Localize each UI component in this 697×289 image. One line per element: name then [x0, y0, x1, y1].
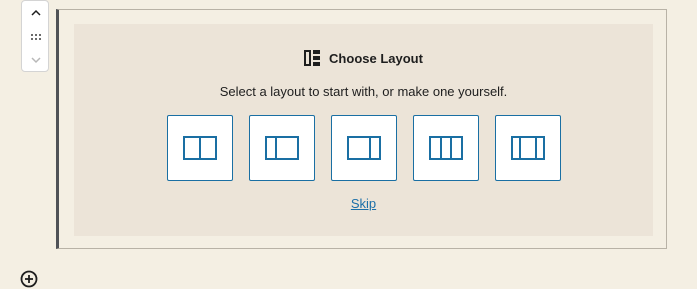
- skip-link[interactable]: Skip: [74, 196, 653, 211]
- placeholder-header: Choose Layout: [74, 48, 653, 68]
- layout-option-30-70[interactable]: [249, 115, 315, 181]
- columns-placeholder: Choose Layout Select a layout to start w…: [74, 24, 653, 236]
- layout-option-33-33-33[interactable]: [413, 115, 479, 181]
- plus-circle-icon: [20, 270, 38, 288]
- drag-handle[interactable]: [22, 26, 50, 48]
- move-up-button[interactable]: [22, 2, 50, 24]
- layout-option-70-30[interactable]: [331, 115, 397, 181]
- layout-25-50-25-icon: [511, 136, 545, 160]
- layout-50-50-icon: [183, 136, 217, 160]
- columns-block-icon: [304, 50, 321, 66]
- layout-options: [167, 115, 561, 181]
- layout-33-33-33-icon: [429, 136, 463, 160]
- chevron-down-icon: [31, 57, 41, 64]
- drag-handle-icon: [31, 34, 41, 40]
- layout-option-50-50[interactable]: [167, 115, 233, 181]
- layout-70-30-icon: [347, 136, 381, 160]
- placeholder-title: Choose Layout: [329, 50, 423, 66]
- layout-option-25-50-25[interactable]: [495, 115, 561, 181]
- block-mover: [21, 0, 49, 72]
- add-block-button[interactable]: [20, 270, 38, 288]
- move-down-button[interactable]: [22, 49, 50, 71]
- chevron-up-icon: [31, 9, 41, 16]
- layout-30-70-icon: [265, 136, 299, 160]
- placeholder-instructions: Select a layout to start with, or make o…: [219, 84, 508, 99]
